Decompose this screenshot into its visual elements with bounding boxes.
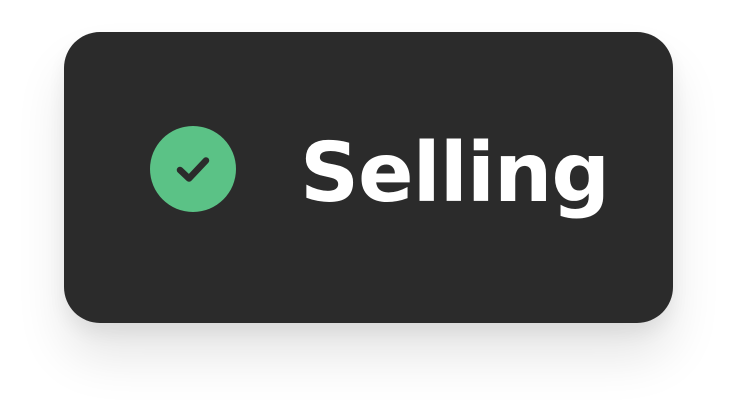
check-circle-icon [150, 126, 236, 212]
check-mark [176, 157, 210, 182]
canvas: Selling [0, 0, 737, 420]
selling-status-badge: Selling [64, 32, 673, 323]
status-label: Selling [300, 126, 610, 221]
